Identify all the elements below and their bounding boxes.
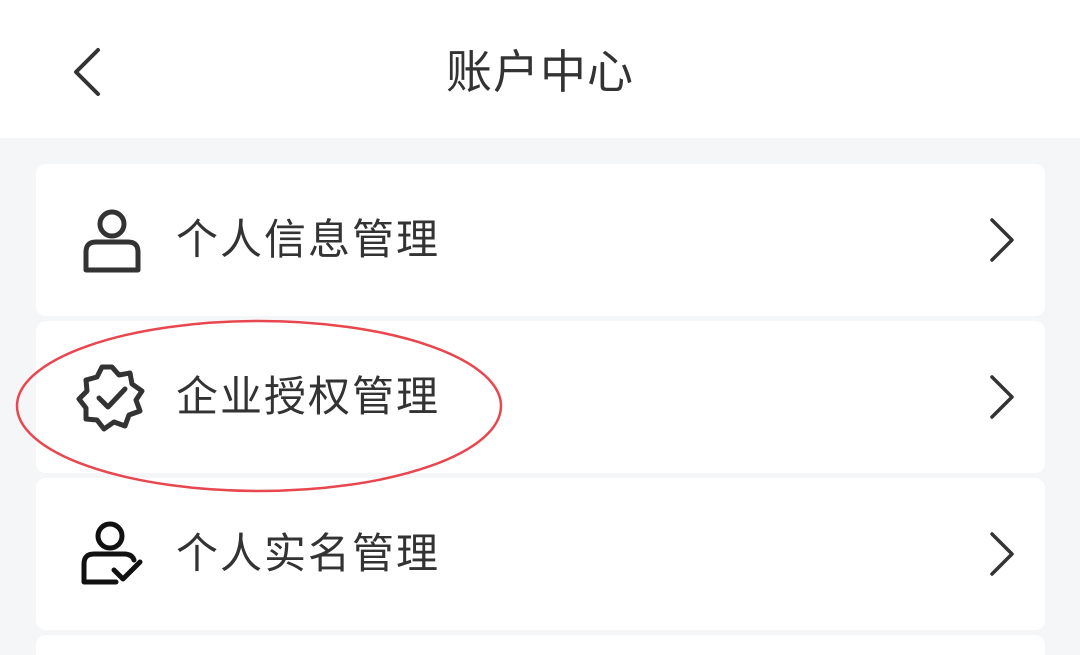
- menu-item-real-name-verification[interactable]: 个人实名管理: [36, 478, 1045, 630]
- page-title: 账户中心: [446, 45, 634, 99]
- user-verified-icon: [81, 521, 143, 585]
- badge-check-icon: [76, 364, 145, 432]
- menu-item-label: 企业授权管理: [176, 372, 441, 421]
- menu-item-partial: [36, 635, 1045, 655]
- chevron-right-icon: [990, 375, 1014, 419]
- user-icon: [83, 209, 141, 273]
- menu-item-personal-info[interactable]: 个人信息管理: [36, 164, 1045, 316]
- account-menu: 个人信息管理 企业授权管理 个人实名管理: [36, 164, 1045, 655]
- top-nav-bar: 账户中心: [0, 0, 1080, 138]
- menu-item-enterprise-authorization[interactable]: 企业授权管理: [36, 321, 1045, 473]
- chevron-right-icon: [990, 218, 1014, 262]
- menu-item-label: 个人实名管理: [176, 529, 441, 578]
- chevron-right-icon: [990, 532, 1014, 576]
- menu-item-label: 个人信息管理: [176, 215, 441, 264]
